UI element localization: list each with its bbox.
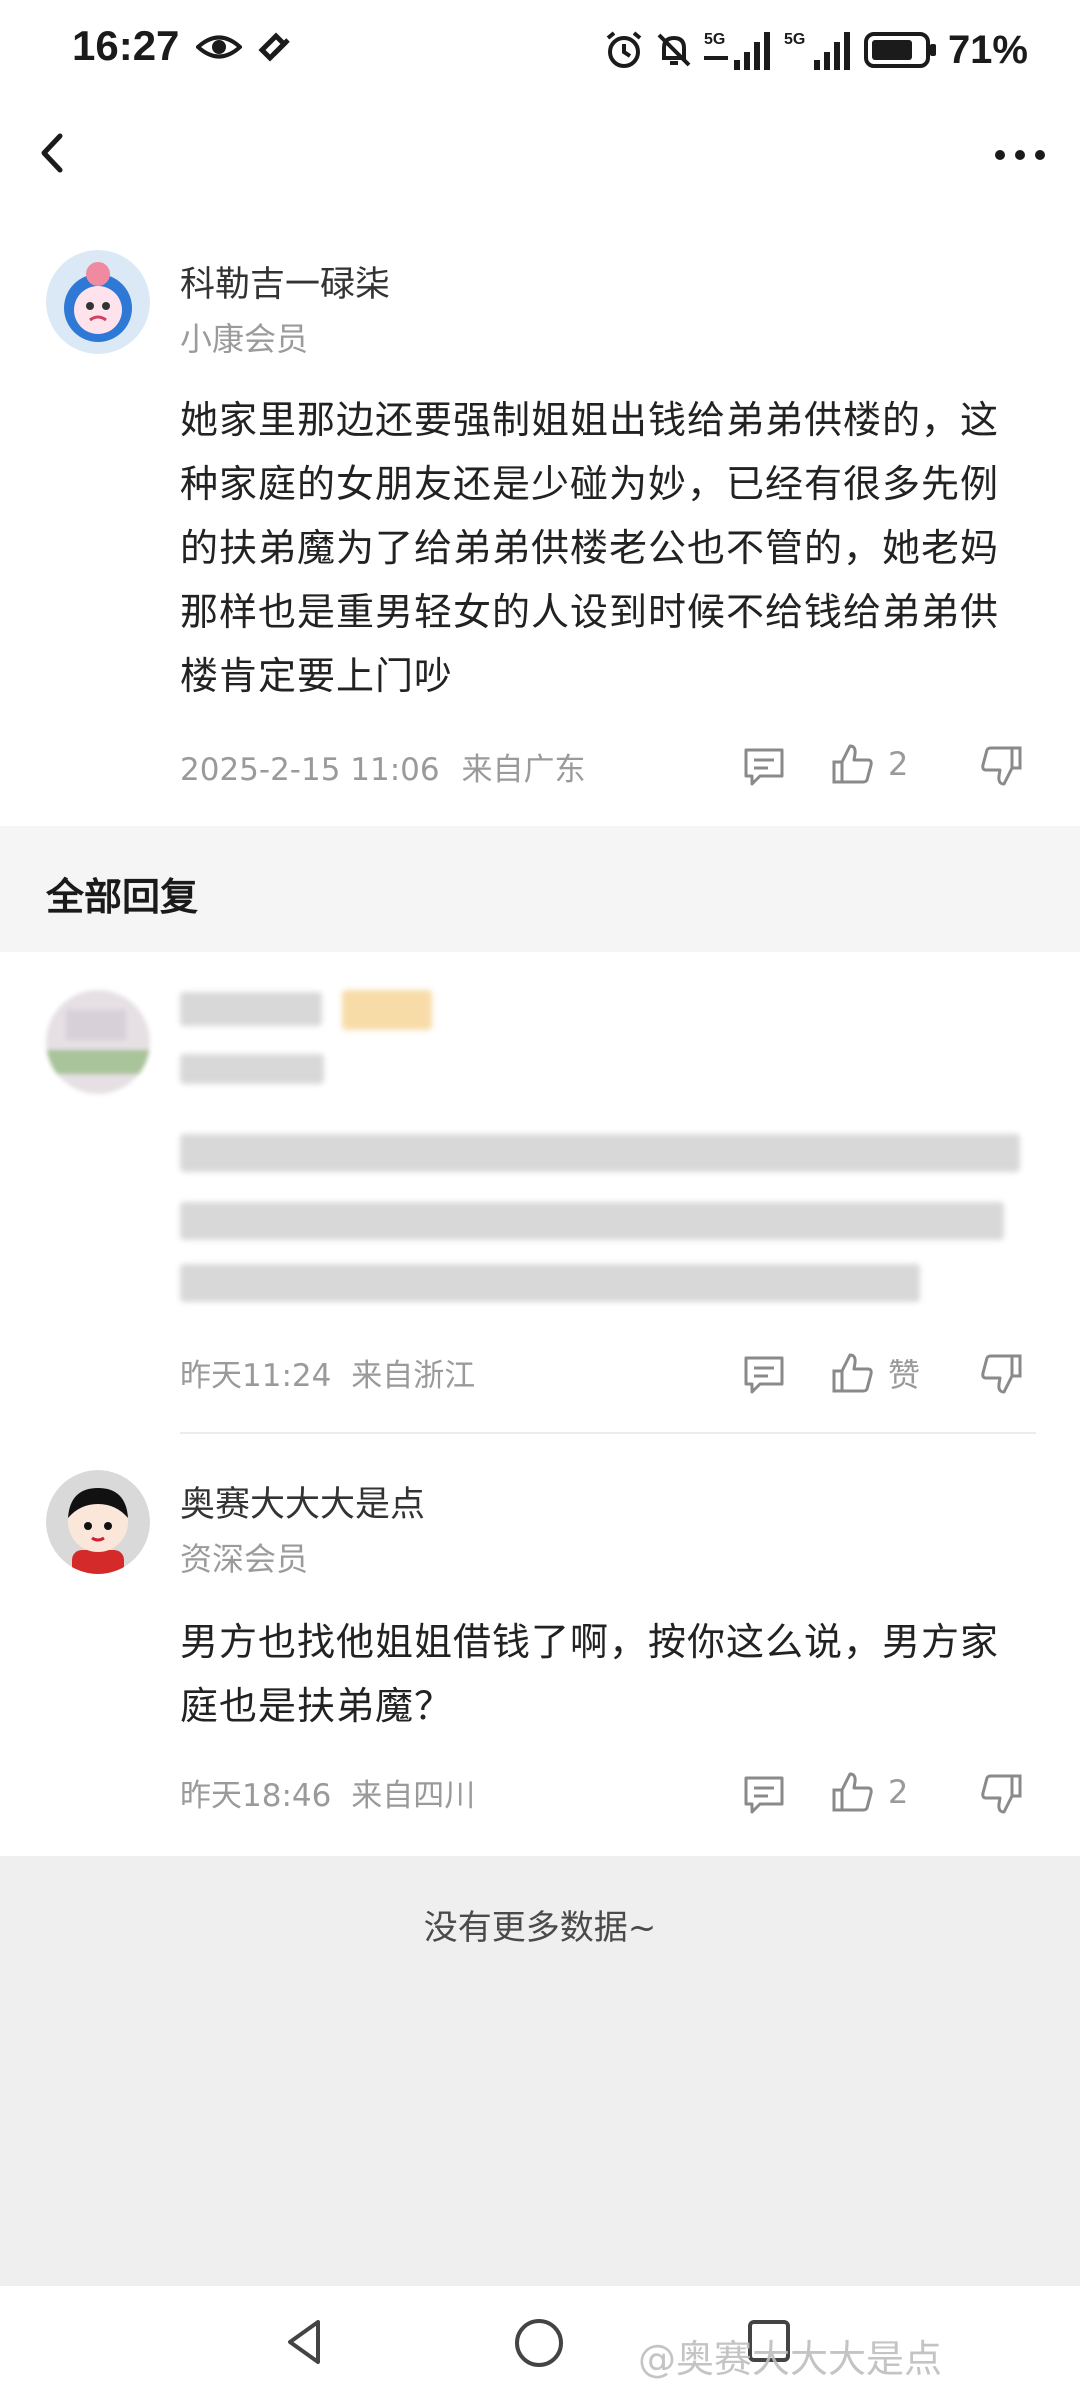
chevron-left-icon[interactable] bbox=[30, 128, 80, 178]
list-footer: 没有更多数据~ bbox=[0, 1856, 1080, 2286]
status-bar: 16:27 5G 5G 71% bbox=[0, 0, 1080, 100]
thumbs-down-icon[interactable] bbox=[980, 1772, 1024, 1816]
reply-location: 来自浙江 bbox=[351, 1358, 476, 1394]
nav-home-circle-icon[interactable] bbox=[512, 2316, 566, 2370]
blurred-member bbox=[180, 1054, 324, 1084]
nav-back-triangle-icon[interactable] bbox=[278, 2316, 330, 2368]
reply-location: 来自四川 bbox=[351, 1778, 476, 1814]
blurred-content-line-2 bbox=[180, 1202, 1004, 1240]
mute-bell-icon bbox=[657, 33, 691, 67]
replies-section-header: 全部回复 bbox=[0, 826, 1080, 952]
svg-text:5G: 5G bbox=[704, 31, 725, 48]
blurred-content-line-1 bbox=[180, 1134, 1020, 1172]
comment-content: 她家里那边还要强制姐姐出钱给弟弟供楼的，这种家庭的女朋友还是少碰为妙，已经有很多… bbox=[180, 398, 1000, 698]
avatar[interactable] bbox=[46, 250, 150, 354]
svg-text:5G: 5G bbox=[784, 31, 805, 48]
reply-icon[interactable] bbox=[742, 1352, 786, 1396]
battery-percent: 71% bbox=[947, 27, 1028, 72]
like-button[interactable]: 赞 bbox=[830, 1350, 920, 1396]
like-button[interactable]: 2 bbox=[830, 1770, 908, 1814]
watermark-text: @奥赛大大大是点 bbox=[638, 2337, 943, 2381]
more-horizontal-icon[interactable] bbox=[990, 130, 1050, 180]
thumbs-down-icon[interactable] bbox=[980, 1352, 1024, 1396]
alarm-icon bbox=[606, 31, 642, 68]
avatar[interactable] bbox=[46, 1470, 150, 1574]
reply-icon[interactable] bbox=[742, 744, 786, 788]
reply-icon[interactable] bbox=[742, 1772, 786, 1816]
comment-meta: 2025-2-15 11:06 来自广东 bbox=[180, 744, 585, 789]
blurred-username bbox=[180, 992, 322, 1026]
avatar-blurred[interactable] bbox=[46, 990, 150, 1094]
thumbs-up-icon bbox=[832, 1772, 873, 1812]
signal-5g-icon-2: 5G bbox=[784, 31, 850, 70]
no-more-data-text: 没有更多数据~ bbox=[423, 1908, 657, 1948]
reply-meta: 昨天11:24 来自浙江 bbox=[180, 1350, 475, 1395]
like-count: 2 bbox=[888, 1773, 909, 1811]
member-level: 资深会员 bbox=[180, 1540, 309, 1578]
reply-timestamp: 昨天18:46 bbox=[180, 1778, 332, 1814]
thumbs-up-icon bbox=[832, 1353, 873, 1393]
comment-timestamp: 2025-2-15 11:06 bbox=[180, 752, 440, 788]
status-time: 16:27 bbox=[72, 22, 180, 69]
system-navigation-bar: @奥赛大大大是点 bbox=[0, 2286, 1080, 2400]
link-icon bbox=[258, 32, 290, 62]
blurred-badge bbox=[342, 990, 432, 1030]
like-count: 2 bbox=[888, 745, 909, 783]
eye-icon bbox=[196, 35, 242, 59]
thumbs-down-icon[interactable] bbox=[980, 744, 1024, 788]
divider bbox=[180, 1432, 1036, 1434]
top-nav-bar bbox=[0, 100, 1080, 210]
reply-meta: 昨天18:46 来自四川 bbox=[180, 1770, 475, 1815]
member-level: 小康会员 bbox=[180, 320, 309, 358]
reply-content: 男方也找他姐姐借钱了啊，按你这么说，男方家庭也是扶弟魔？ bbox=[180, 1620, 1000, 1728]
username[interactable]: 奥赛大大大是点 bbox=[180, 1476, 425, 1527]
status-right-group: 5G 5G 71% bbox=[604, 24, 1028, 76]
replies-section-title: 全部回复 bbox=[46, 875, 199, 919]
like-button[interactable]: 2 bbox=[830, 742, 908, 786]
battery-icon bbox=[863, 32, 936, 68]
username[interactable]: 科勒吉一碌柒 bbox=[180, 256, 390, 307]
blurred-content-line-3 bbox=[180, 1264, 920, 1302]
thumbs-up-icon bbox=[832, 744, 873, 784]
signal-5g-icon-1: 5G bbox=[703, 31, 770, 70]
like-label: 赞 bbox=[888, 1356, 921, 1394]
reply-timestamp: 昨天11:24 bbox=[180, 1358, 332, 1394]
comment-location: 来自广东 bbox=[461, 752, 586, 788]
